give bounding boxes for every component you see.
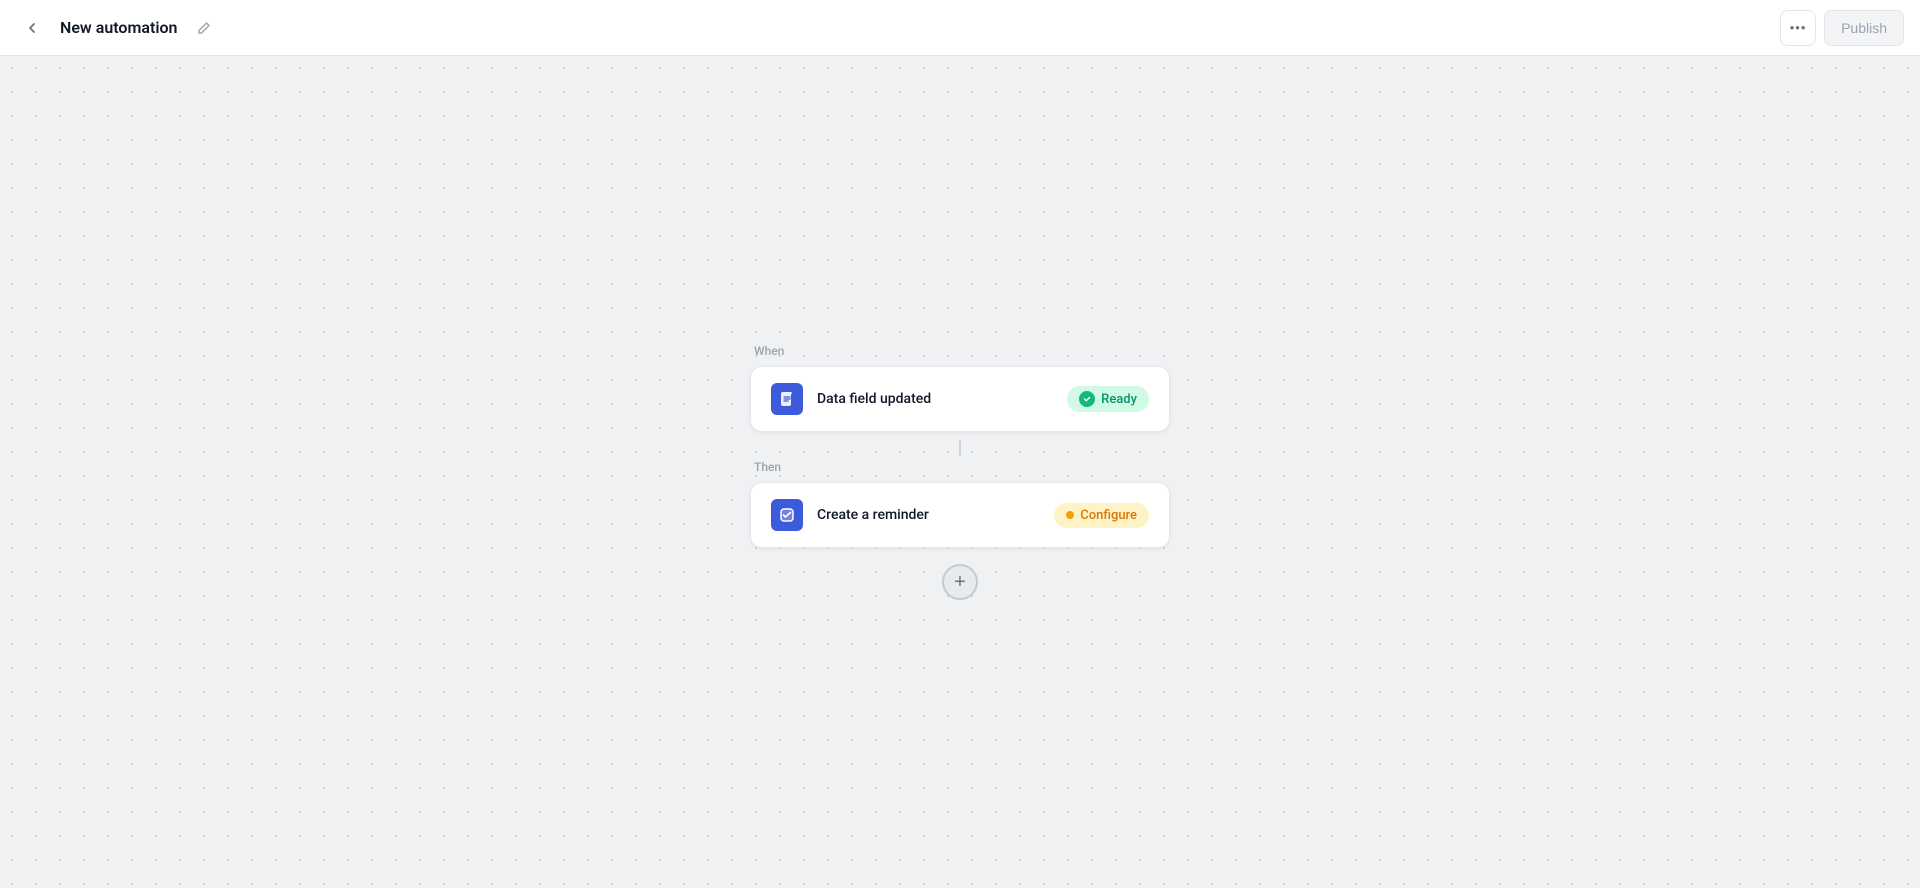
add-step-button[interactable]: + (942, 564, 978, 600)
connector-line-1 (959, 440, 961, 456)
more-icon: ••• (1790, 20, 1807, 35)
action-status-badge: Configure (1054, 503, 1149, 528)
page-title: New automation (60, 18, 178, 37)
back-button[interactable] (16, 12, 48, 44)
then-section: Then Create a reminder Configure (750, 460, 1170, 548)
configure-dot-icon (1066, 511, 1074, 519)
app-header: New automation ••• Publish (0, 0, 1920, 56)
canvas-area: When Data field updated (0, 56, 1920, 888)
trigger-card[interactable]: Data field updated Ready (750, 366, 1170, 432)
flow-container: When Data field updated (750, 344, 1170, 600)
trigger-status-badge: Ready (1067, 386, 1149, 412)
trigger-icon (771, 383, 803, 415)
trigger-status-label: Ready (1101, 392, 1137, 407)
action-status-label: Configure (1080, 508, 1137, 523)
publish-button[interactable]: Publish (1824, 10, 1904, 46)
header-right: ••• Publish (1780, 10, 1904, 46)
edit-title-button[interactable] (190, 14, 218, 42)
header-left: New automation (16, 12, 1780, 44)
when-section: When Data field updated (750, 344, 1170, 432)
more-options-button[interactable]: ••• (1780, 10, 1816, 46)
action-icon (771, 499, 803, 531)
ready-check-icon (1079, 391, 1095, 407)
when-label: When (750, 344, 1170, 358)
action-card[interactable]: Create a reminder Configure (750, 482, 1170, 548)
action-title: Create a reminder (817, 507, 1040, 523)
then-label: Then (750, 460, 1170, 474)
trigger-title: Data field updated (817, 391, 1053, 407)
